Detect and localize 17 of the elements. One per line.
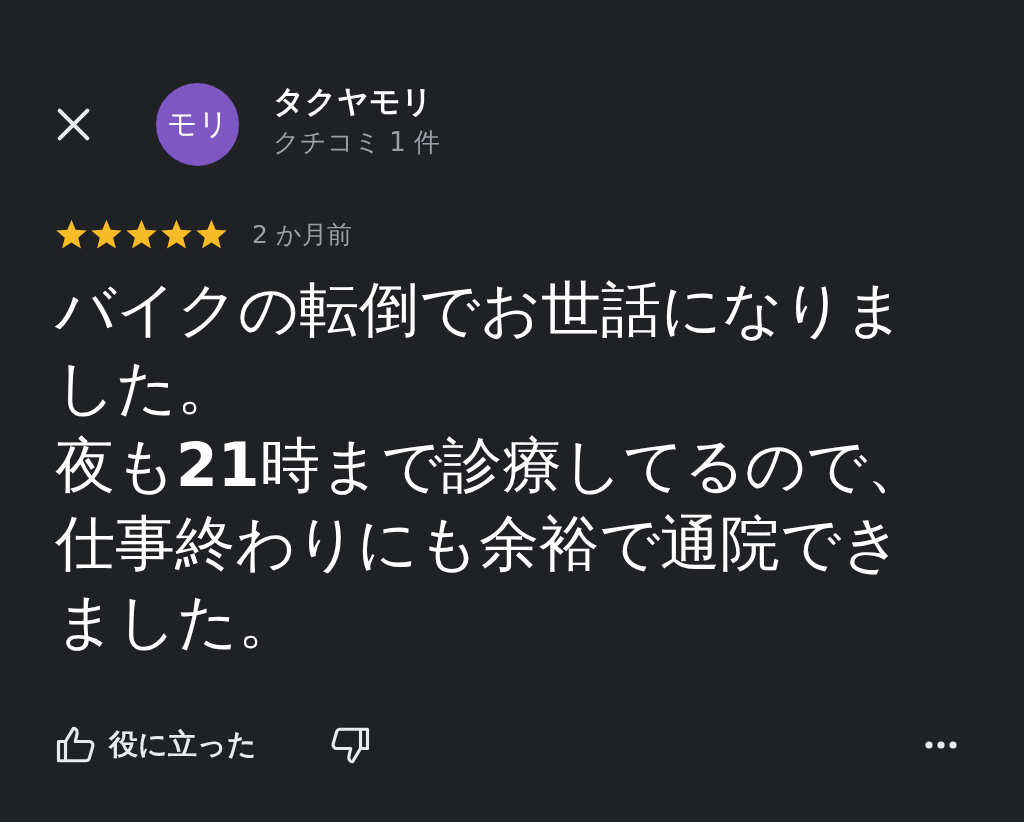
close-button[interactable] bbox=[55, 106, 92, 143]
avatar: モリ bbox=[156, 83, 239, 166]
review-text: 仕事終わりにも余裕で通院できました。 bbox=[55, 507, 903, 658]
star-icon bbox=[55, 218, 88, 250]
star-icon bbox=[195, 218, 228, 250]
star-icon bbox=[125, 218, 158, 250]
star-icon bbox=[90, 218, 123, 250]
star-icon bbox=[160, 218, 193, 250]
more-button[interactable] bbox=[925, 741, 957, 749]
review-text: バイクの転倒でお世話になりました。 bbox=[55, 273, 906, 424]
close-icon bbox=[55, 106, 92, 143]
review-count: クチコミ 1 件 bbox=[273, 125, 441, 159]
more-icon bbox=[925, 741, 957, 749]
review-age: 2 か月前 bbox=[252, 218, 352, 251]
helpful-button[interactable]: 役に立った bbox=[55, 724, 257, 766]
review-text: 夜も21時まで診療してるので、 bbox=[55, 429, 928, 502]
reviewer-name: タクヤモリ bbox=[273, 81, 434, 121]
